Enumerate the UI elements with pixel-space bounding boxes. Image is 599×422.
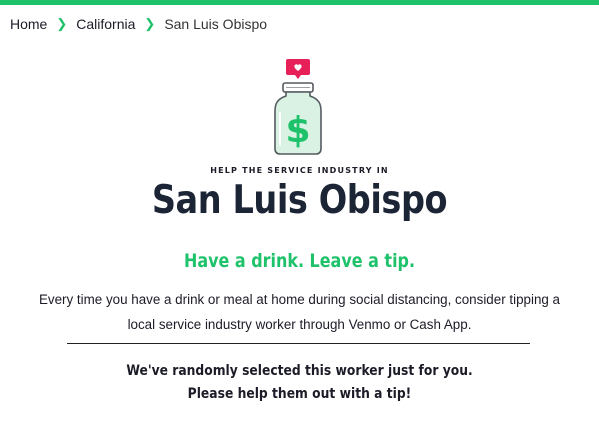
pre-title: HELP THE SERVICE INDUSTRY IN [210, 166, 389, 175]
top-accent-bar [0, 0, 599, 5]
selection-line-1: We've randomly selected this worker just… [126, 363, 473, 379]
selection-note: We've randomly selected this worker just… [36, 360, 563, 406]
intro-line-1: Every time you have a drink or meal at h… [38, 292, 561, 307]
page-title: San Luis Obispo [151, 178, 448, 223]
tagline: Have a drink. Leave a tip. [183, 250, 416, 272]
breadcrumb-california-link[interactable]: California [76, 16, 135, 32]
chevron-right-icon: ❯ [56, 16, 68, 31]
breadcrumb: Home ❯ California ❯ San Luis Obispo [10, 16, 267, 32]
selection-line-2: Please help them out with a tip! [187, 386, 412, 402]
heart-icon [286, 59, 310, 79]
divider [67, 343, 530, 344]
dollar-sign: $ [285, 110, 310, 151]
breadcrumb-home-link[interactable]: Home [10, 16, 47, 32]
tip-jar-icon: $ [268, 57, 328, 157]
chevron-right-icon: ❯ [144, 16, 156, 31]
breadcrumb-current-page: San Luis Obispo [164, 16, 268, 32]
intro-line-2: local service industry worker through Ve… [127, 317, 472, 332]
intro-paragraph: Every time you have a drink or meal at h… [30, 287, 569, 337]
